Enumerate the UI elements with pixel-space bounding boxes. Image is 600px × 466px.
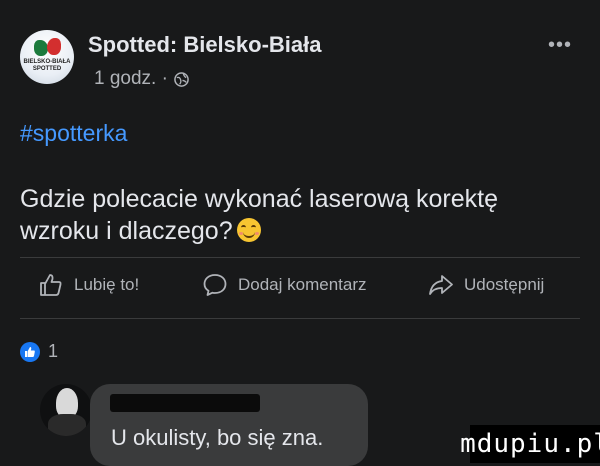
like-button[interactable]: Lubię to! — [38, 272, 139, 298]
like-icon — [20, 341, 40, 362]
redacted-commenter-name — [110, 394, 260, 412]
commenter-avatar[interactable] — [40, 384, 92, 436]
post-text: Gdzie polecacie wykonać laserową korektę… — [20, 183, 580, 247]
post-time[interactable]: 1 godz. · — [94, 68, 168, 90]
comment-icon — [203, 274, 227, 296]
divider-bottom — [20, 318, 580, 319]
comment-label: Dodaj komentarz — [238, 275, 367, 294]
smiling-face-icon — [236, 218, 261, 242]
like-label: Lubię to! — [74, 275, 140, 294]
post-meta: 1 godz. · — [94, 68, 189, 90]
avatar-logo-red — [47, 38, 61, 55]
reactions-summary[interactable]: 1 — [20, 341, 58, 362]
comment-text: U okulisty, bo się zna. — [111, 425, 324, 450]
share-button[interactable]: Udostępnij — [428, 272, 544, 298]
page-name[interactable]: Spotted: Bielsko-Biała — [88, 32, 321, 58]
comment-button[interactable]: Dodaj komentarz — [202, 272, 367, 298]
share-icon — [429, 275, 453, 295]
avatar-logo-green — [34, 40, 48, 56]
watermark-logo: mdupiu.pl — [460, 425, 600, 463]
hashtag-link[interactable]: #spotterka — [20, 120, 127, 147]
globe-icon — [174, 71, 189, 87]
share-label: Udostępnij — [464, 275, 545, 294]
divider-top — [20, 257, 580, 258]
reaction-count: 1 — [48, 341, 59, 361]
page-avatar[interactable]: BIELSKO-BIAŁA SPOTTED — [20, 30, 74, 84]
more-options-icon[interactable]: ••• — [548, 34, 572, 57]
thumbs-up-icon — [40, 274, 62, 296]
avatar-label: BIELSKO-BIAŁA SPOTTED — [23, 59, 71, 72]
